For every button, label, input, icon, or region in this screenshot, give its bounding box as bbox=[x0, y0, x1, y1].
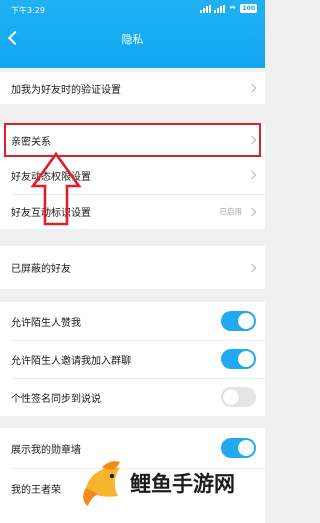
watermark: 鲤鱼手游网 bbox=[80, 453, 265, 513]
carp-logo-icon bbox=[83, 461, 120, 506]
watermark-text: 鲤鱼手游网 bbox=[130, 472, 235, 496]
annotation-arrow-icon bbox=[30, 151, 82, 226]
